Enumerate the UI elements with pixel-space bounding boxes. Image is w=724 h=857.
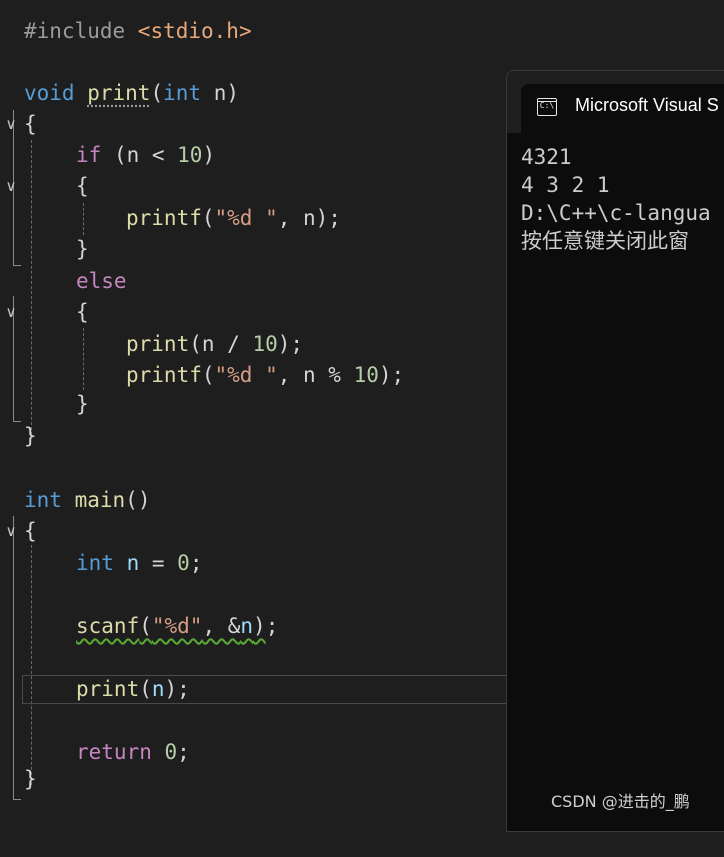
code-line-16[interactable]: int n = 0;: [0, 548, 202, 579]
code-line-8[interactable]: ∨ else: [0, 266, 127, 321]
code-line-10[interactable]: print(n / 10);: [0, 329, 303, 360]
variable-n: n: [113, 551, 140, 575]
string-literal: "%d ": [214, 363, 278, 387]
code-text: ;: [189, 551, 203, 575]
number: 0: [164, 740, 178, 764]
function-call-print: print: [76, 677, 140, 701]
number: 10: [177, 143, 203, 167]
code-line-11[interactable]: printf("%d ", n % 10);: [0, 360, 404, 391]
variable-n: n: [240, 614, 254, 638]
code-line-20[interactable]: }: [0, 764, 51, 795]
terminal-icon: C:\: [537, 98, 557, 116]
keyword-int: int: [24, 488, 62, 512]
code-line-12[interactable]: }: [0, 389, 89, 420]
console-output-line-3: D:\C++\c-langua: [521, 201, 711, 225]
code-text: );: [277, 332, 304, 356]
include-path: <stdio.h>: [137, 19, 252, 43]
code-text: ): [253, 614, 266, 638]
paren: (): [125, 488, 151, 512]
terminal-icon-text: C:\: [539, 101, 555, 110]
code-text: (: [201, 363, 215, 387]
code-line-13[interactable]: }: [0, 421, 51, 452]
code-line-2[interactable]: ∨ void print(int n): [0, 78, 240, 133]
brace: {: [24, 519, 37, 543]
string-literal: "%d": [151, 614, 203, 638]
brace: {: [76, 300, 89, 324]
console-tab-title: Microsoft Visual S: [575, 95, 719, 115]
variable-n: n: [151, 677, 165, 701]
code-text: );: [164, 677, 190, 701]
code-text: );: [378, 363, 405, 387]
indent-guide: [83, 328, 84, 390]
code-line-15[interactable]: {: [0, 516, 51, 547]
code-text: (n <: [101, 143, 178, 167]
keyword-else: else: [76, 269, 127, 293]
console-output-line-1: 4321: [521, 145, 572, 169]
brace: {: [24, 112, 37, 136]
paren: (: [150, 81, 164, 105]
string-literal: "%d ": [214, 206, 278, 230]
code-text: , &: [202, 614, 241, 638]
console-output-line-2: 4 3 2 1: [521, 173, 610, 197]
watermark: CSDN @进击的_鹏: [551, 792, 690, 811]
number: 0: [177, 551, 190, 575]
console-output-line-4: 按任意键关闭此窗: [521, 229, 689, 253]
console-window[interactable]: C:\ Microsoft Visual S 4321 4 3 2 1 D:\C…: [506, 70, 724, 832]
number: 10: [353, 363, 379, 387]
code-line-9[interactable]: {: [0, 297, 89, 328]
brace: }: [76, 237, 89, 261]
keyword-int: int: [76, 551, 114, 575]
keyword-void: void: [24, 81, 75, 105]
function-name-print: print: [87, 81, 151, 105]
code-line-1[interactable]: #include <stdio.h>: [0, 16, 252, 47]
code-text: , n %: [277, 363, 354, 387]
code-line-5[interactable]: {: [0, 171, 89, 202]
function-call-scanf: scanf: [76, 614, 140, 638]
function-name-main: main: [74, 488, 126, 512]
code-line-14[interactable]: ∨ int main(): [0, 485, 151, 540]
paren: ): [226, 81, 239, 105]
code-text: (: [139, 677, 152, 701]
function-call-print: print: [126, 332, 190, 356]
number: 10: [252, 332, 278, 356]
code-text: ;: [177, 740, 190, 764]
code-line-6[interactable]: printf("%d ", n);: [0, 203, 341, 234]
code-text: (n /: [189, 332, 253, 356]
code-text: (: [139, 614, 152, 638]
keyword-return: return: [76, 740, 152, 764]
brace: {: [76, 174, 89, 198]
keyword-int: int: [163, 81, 202, 105]
code-text: ;: [265, 614, 279, 638]
code-text: =: [139, 551, 178, 575]
indent-guide: [83, 203, 84, 235]
function-call-printf: printf: [126, 363, 202, 387]
code-line-3[interactable]: {: [0, 109, 51, 140]
preprocessor: #include: [24, 19, 138, 43]
brace: }: [76, 392, 89, 416]
brace: }: [24, 424, 37, 448]
code-text: ): [202, 143, 216, 167]
code-line-17[interactable]: scanf("%d", &n);: [0, 611, 278, 642]
function-call-printf: printf: [126, 206, 202, 230]
error-squiggle[interactable]: scanf("%d", &n): [76, 614, 266, 638]
brace: }: [24, 767, 37, 791]
code-text: (: [201, 206, 215, 230]
code-text: , n);: [277, 206, 341, 230]
code-line-7[interactable]: }: [0, 234, 89, 265]
keyword-if: if: [76, 143, 102, 167]
param-n: n: [201, 81, 227, 105]
code-line-18[interactable]: print(n);: [0, 674, 190, 705]
code-line-4[interactable]: ∨ if (n < 10): [0, 140, 216, 195]
